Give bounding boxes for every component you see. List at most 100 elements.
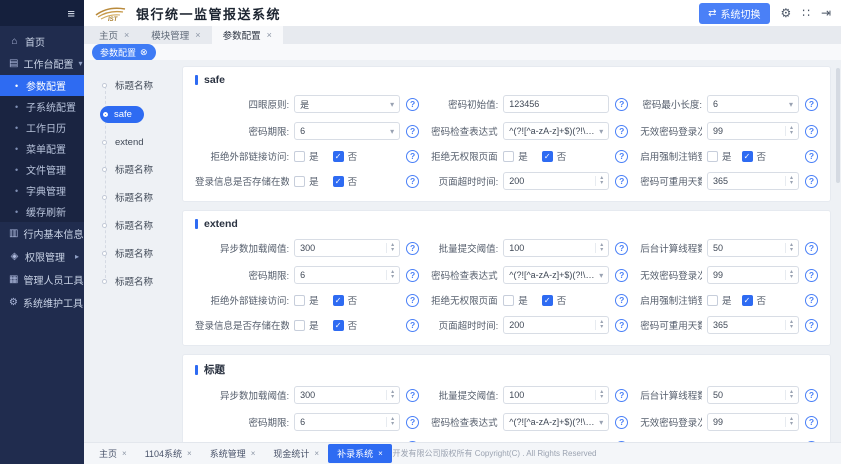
sidebar-subitem[interactable]: •菜单配置 xyxy=(0,138,84,159)
stepper-icon[interactable]: ▴▾ xyxy=(595,390,603,400)
step-down-icon[interactable]: ▾ xyxy=(391,248,394,253)
help-icon[interactable]: ? xyxy=(406,269,419,282)
help-icon[interactable]: ? xyxy=(615,416,628,429)
number-field[interactable]: 300▴▾ xyxy=(294,386,400,404)
help-icon[interactable]: ? xyxy=(805,150,818,163)
number-field[interactable]: 99▴▾ xyxy=(707,266,799,284)
anchor-item[interactable]: 标题名称 xyxy=(100,190,153,204)
checkbox-icon[interactable] xyxy=(294,295,305,306)
close-icon[interactable]: × xyxy=(195,30,200,40)
number-field[interactable]: 6▴▾ xyxy=(294,266,400,284)
gear-icon[interactable]: ⚙ xyxy=(781,7,792,19)
close-icon[interactable]: × xyxy=(378,449,383,458)
bottom-tab[interactable]: 1104系统× xyxy=(136,444,201,463)
help-icon[interactable]: ? xyxy=(615,242,628,255)
select-field[interactable]: ^(?![^a-zA-z]+$)(?!\D+$)[0-9A-Z...▾ xyxy=(503,122,609,140)
number-field[interactable]: 200▴▾ xyxy=(503,316,609,334)
help-icon[interactable]: ? xyxy=(615,175,628,188)
number-field[interactable]: 6▴▾ xyxy=(294,413,400,431)
checkbox-icon[interactable] xyxy=(707,151,718,162)
step-down-icon[interactable]: ▾ xyxy=(391,422,394,427)
checkbox-option[interactable]: ✓否 xyxy=(333,293,358,307)
step-down-icon[interactable]: ▾ xyxy=(391,395,394,400)
step-down-icon[interactable]: ▾ xyxy=(790,395,793,400)
scrollbar[interactable] xyxy=(836,64,840,438)
help-icon[interactable]: ? xyxy=(615,125,628,138)
stepper-icon[interactable]: ▴▾ xyxy=(386,270,394,280)
number-field[interactable]: 365▴▾ xyxy=(707,172,799,190)
number-field[interactable]: 200▴▾ xyxy=(503,172,609,190)
stepper-icon[interactable]: ▴▾ xyxy=(785,243,793,253)
bottom-tab[interactable]: 补录系统× xyxy=(328,444,392,463)
sidebar-subitem[interactable]: •子系统配置 xyxy=(0,96,84,117)
checkbox-option[interactable]: ✓否 xyxy=(542,293,567,307)
number-field[interactable]: 99▴▾ xyxy=(707,413,799,431)
checkbox-checked-icon[interactable]: ✓ xyxy=(333,295,344,306)
anchor-item[interactable]: 标题名称 xyxy=(100,218,153,232)
stepper-icon[interactable]: ▴▾ xyxy=(595,176,603,186)
checkbox-checked-icon[interactable]: ✓ xyxy=(742,151,753,162)
step-down-icon[interactable]: ▾ xyxy=(790,131,793,136)
help-icon[interactable]: ? xyxy=(406,416,419,429)
sidebar-subitem[interactable]: •工作日历 xyxy=(0,117,84,138)
step-down-icon[interactable]: ▾ xyxy=(600,325,603,330)
stepper-icon[interactable]: ▴▾ xyxy=(595,243,603,253)
step-down-icon[interactable]: ▾ xyxy=(790,422,793,427)
checkbox-icon[interactable] xyxy=(707,295,718,306)
help-icon[interactable]: ? xyxy=(805,175,818,188)
help-icon[interactable]: ? xyxy=(615,98,628,111)
anchor-item[interactable]: 标题名称 xyxy=(100,274,153,288)
stepper-icon[interactable]: ▴▾ xyxy=(785,270,793,280)
select-field[interactable]: ^(?![^a-zA-z]+$)(?!\D+$)[0-9A-Z...▾ xyxy=(503,266,609,284)
step-down-icon[interactable]: ▾ xyxy=(600,248,603,253)
anchor-item[interactable]: extend xyxy=(100,137,144,148)
help-icon[interactable]: ? xyxy=(406,389,419,402)
checkbox-checked-icon[interactable]: ✓ xyxy=(333,320,344,331)
stepper-icon[interactable]: ▴▾ xyxy=(785,390,793,400)
anchor-item[interactable]: 标题名称 xyxy=(100,162,153,176)
checkbox-icon[interactable] xyxy=(503,151,514,162)
sidebar-item[interactable]: ▥行内基本信息▸ xyxy=(0,222,84,245)
number-field[interactable]: 50▴▾ xyxy=(707,239,799,257)
help-icon[interactable]: ? xyxy=(406,150,419,163)
checkbox-option[interactable]: 是 xyxy=(294,318,319,332)
checkbox-option[interactable]: 是 xyxy=(503,149,528,163)
help-icon[interactable]: ? xyxy=(406,125,419,138)
checkbox-option[interactable]: 是 xyxy=(294,149,319,163)
sidebar-subitem[interactable]: •字典管理 xyxy=(0,180,84,201)
help-icon[interactable]: ? xyxy=(615,150,628,163)
checkbox-option[interactable]: ✓否 xyxy=(333,318,358,332)
help-icon[interactable]: ? xyxy=(805,269,818,282)
sidebar-item[interactable]: ▦管理人员工具▸ xyxy=(0,268,84,291)
step-down-icon[interactable]: ▾ xyxy=(790,248,793,253)
anchor-item[interactable]: safe xyxy=(100,106,144,123)
help-icon[interactable]: ? xyxy=(406,242,419,255)
number-field[interactable]: 365▴▾ xyxy=(707,316,799,334)
checkbox-icon[interactable] xyxy=(294,176,305,187)
close-icon[interactable]: × xyxy=(267,30,272,40)
checkbox-option[interactable]: ✓否 xyxy=(742,149,767,163)
help-icon[interactable]: ? xyxy=(615,294,628,307)
step-down-icon[interactable]: ▾ xyxy=(391,275,394,280)
checkbox-option[interactable]: ✓否 xyxy=(333,149,358,163)
breadcrumb-pill[interactable]: 参数配置 ⊗ xyxy=(92,44,156,61)
sidebar-item[interactable]: ⌂首页 xyxy=(0,31,84,52)
logout-icon[interactable]: ⇥ xyxy=(821,7,831,19)
stepper-icon[interactable]: ▴▾ xyxy=(785,176,793,186)
help-icon[interactable]: ? xyxy=(805,416,818,429)
checkbox-icon[interactable] xyxy=(294,151,305,162)
close-icon[interactable]: × xyxy=(314,449,319,458)
top-tab[interactable]: 参数配置× xyxy=(212,26,283,44)
step-down-icon[interactable]: ▾ xyxy=(790,275,793,280)
help-icon[interactable]: ? xyxy=(805,389,818,402)
stepper-icon[interactable]: ▴▾ xyxy=(785,126,793,136)
checkbox-icon[interactable] xyxy=(503,295,514,306)
help-icon[interactable]: ? xyxy=(805,125,818,138)
help-icon[interactable]: ? xyxy=(406,319,419,332)
stepper-icon[interactable]: ▴▾ xyxy=(386,390,394,400)
select-field[interactable]: 是▾ xyxy=(294,95,400,113)
checkbox-checked-icon[interactable]: ✓ xyxy=(542,295,553,306)
help-icon[interactable]: ? xyxy=(805,242,818,255)
step-down-icon[interactable]: ▾ xyxy=(790,181,793,186)
anchor-item[interactable]: 标题名称 xyxy=(100,246,153,260)
